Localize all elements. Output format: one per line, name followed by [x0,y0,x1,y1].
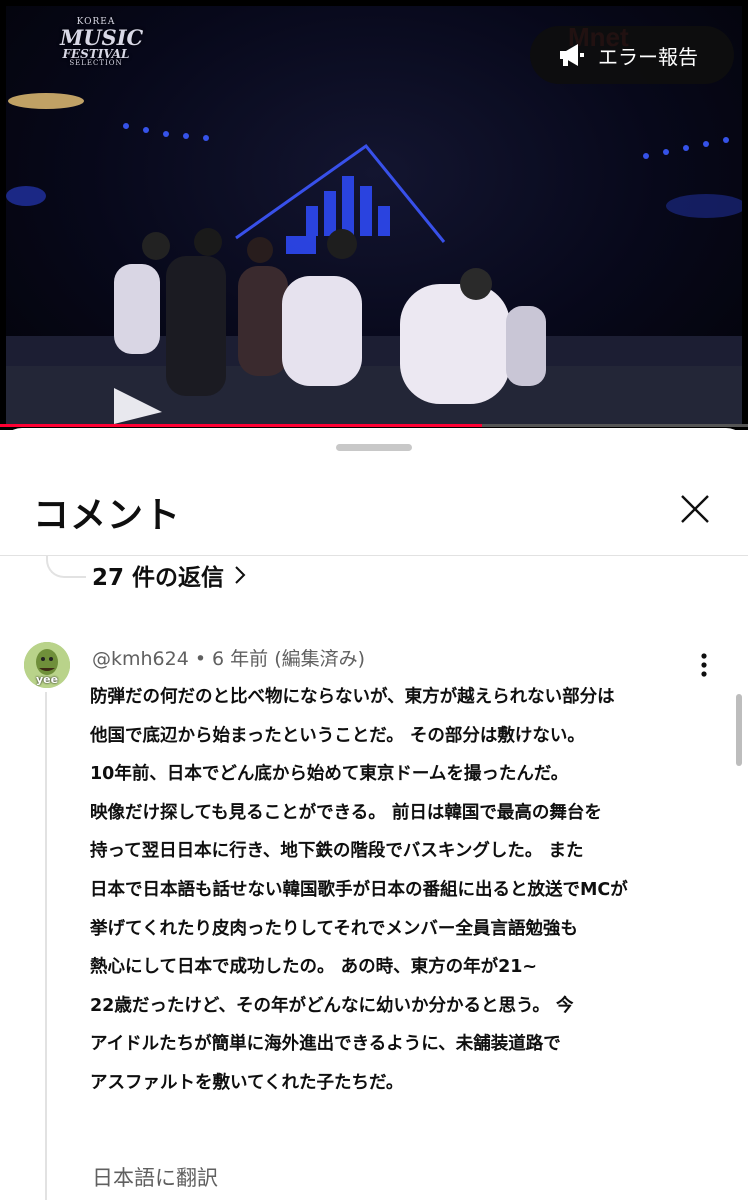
drag-handle[interactable] [336,444,412,451]
comment-age: 6 年前 [212,648,269,670]
comment-line: 10年前、日本でどん底から始めて東京ドームを撮ったんだ。 [90,764,569,785]
festival-logo: KOREA MUSIC FESTIVAL SELECTION [60,17,144,67]
avatar-text: yee [35,673,59,686]
video-player[interactable]: Mnet KOREA MUSIC FESTIVAL SELECTION エラー報… [0,0,748,430]
comment-line: 他国で底辺から始まったということだ。 その部分は敷けない。 [90,725,585,746]
comments-sheet: コメント 27 件の返信 yee @kmh624 • 6 年前 (編集済み) 防弾だ… [0,428,748,1200]
translate-button[interactable]: 日本語に翻訳 [92,1162,218,1192]
chevron-right-icon [235,566,246,584]
scrollbar[interactable] [736,694,742,766]
comment-line: アイドルたちが簡単に海外進出できるように、未舗装道路で [90,1034,561,1055]
thread-line [45,692,47,1200]
more-options-icon[interactable] [692,650,716,680]
thread-connector [46,556,86,578]
play-icon[interactable] [108,384,168,424]
comment-line: 防弾だの何だのと比べ物にならないが、東方が越えられない部分は [90,687,615,707]
comment-line: アスファルトを敷いてくれた子たちだ。 [90,1072,404,1093]
header-divider [0,555,748,556]
avatar[interactable]: yee [24,642,70,688]
replies-label: 27 件の返信 [92,565,225,591]
report-error-button[interactable]: エラー報告 [530,26,734,84]
comments-title: コメント [33,495,182,536]
megaphone-icon [560,44,584,66]
comment-line: 映像だけ探しても見ることができる。 前日は韓国で最高の舞台を [90,802,602,823]
replies-button[interactable]: 27 件の返信 [92,558,246,592]
progress-fill [0,424,483,427]
comment-line: 22歳だったけど、その年がどんなに幼いか分かると思う。 今 [90,995,574,1016]
comment-line: 熱心にして日本で成功したの。 あの時、東方の年が21~ [90,957,538,978]
comment-line: 挙げてくれたり皮肉ったりしてそれでメンバー全員言語勉強も [90,918,578,939]
comment-line: 持って翌日日本に行き、地下鉄の階段でバスキングした。 また [90,841,584,862]
comment-meta: @kmh624 • 6 年前 (編集済み) [92,648,366,670]
comment-edited: (編集済み) [274,648,366,670]
report-error-label: エラー報告 [598,44,698,69]
comment-text: 防弾だの何だのと比べ物にならないが、東方が越えられない部分は 他国で底辺から始ま… [90,678,710,1103]
comment-author[interactable]: @kmh624 [92,648,189,670]
comment-line: 日本で日本語も話せない韓国歌手が日本の番組に出ると放送でMCが [90,879,628,900]
close-icon[interactable] [676,490,714,528]
